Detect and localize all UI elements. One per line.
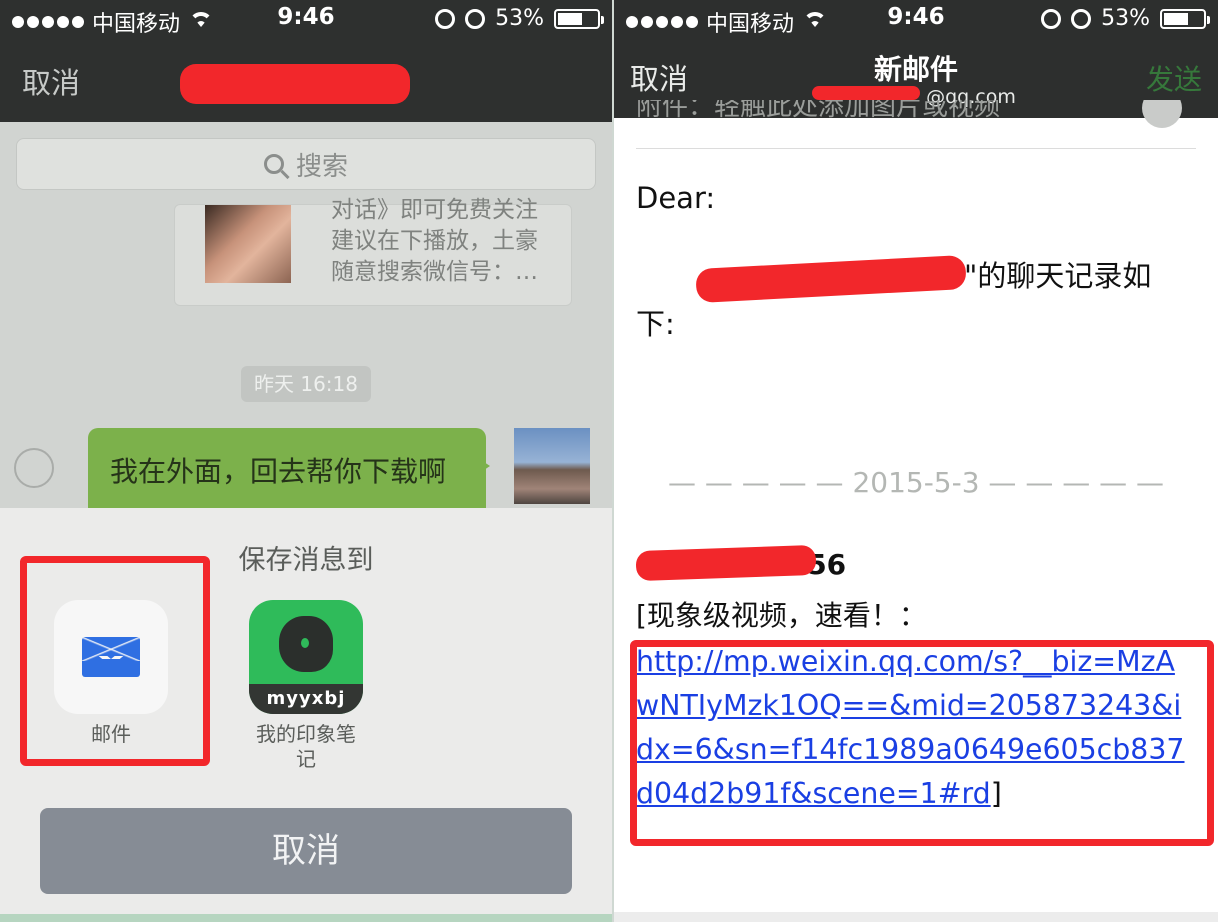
highlight-box	[20, 556, 210, 766]
redaction-mark	[812, 86, 920, 100]
share-evernote-label: 我的印象笔记	[256, 722, 356, 771]
bottom-edge	[0, 914, 612, 922]
date-separator: — — — — — 2015-5-3 — — — — —	[667, 466, 1165, 499]
compose-title: 新邮件	[873, 53, 958, 86]
send-button[interactable]: 发送	[1146, 58, 1202, 98]
status-bar: 中国移动 9:46 53%	[0, 0, 612, 40]
status-right: 53%	[1041, 6, 1210, 31]
message-bubble[interactable]: 我在外面，回去帮你下载啊	[88, 428, 490, 508]
avatar[interactable]	[514, 428, 590, 504]
battery-icon	[1160, 8, 1210, 29]
right-screen: 取消 新邮件 @qq.com 发送 中国移动 9:46 53% 附件：轻触此处添…	[614, 0, 1218, 922]
article-thumbnail	[205, 205, 291, 283]
alarm-icon	[465, 8, 486, 29]
battery-percent: 53%	[1101, 6, 1150, 31]
intro-line: "的聊天记录如	[964, 259, 1152, 293]
sheet-cancel-button[interactable]: 取消	[40, 808, 572, 894]
battery-icon	[554, 8, 604, 29]
evernote-icon: myyxbj	[249, 600, 363, 714]
greeting: Dear:	[636, 181, 716, 215]
redaction-mark	[695, 254, 967, 304]
share-evernote-option[interactable]: myyxbj 我的印象笔记	[246, 600, 366, 772]
article-snippet: 对话》即可免费关注 建议在下播放，土豪 随意搜索微信号：…	[331, 197, 538, 285]
select-radio[interactable]	[14, 448, 54, 488]
message-text: [现象级视频，速看！：	[636, 599, 927, 632]
search-icon	[263, 154, 284, 174]
share-sheet: 保存消息到 邮件 myyxbj 我的印象笔记 取消	[0, 508, 612, 922]
article-card[interactable]: 对话》即可免费关注 建议在下播放，土豪 随意搜索微信号：…	[174, 197, 572, 306]
intro-line-2: 下:	[636, 307, 675, 341]
battery-percent: 53%	[495, 6, 544, 31]
search-bar[interactable]: 搜索	[16, 138, 596, 190]
status-bar: 中国移动 9:46 53%	[614, 0, 1218, 40]
highlight-box	[630, 640, 1214, 846]
redaction-mark	[635, 544, 817, 582]
attachment-row[interactable]: 附件：轻触此处添加图片或视频	[636, 100, 1196, 149]
redaction-mark	[180, 64, 410, 104]
add-attachment-icon[interactable]	[1142, 100, 1182, 128]
left-screen: 取消 中国移动 9:46 53% 搜索 对话》即可免费关注 建议在下播放，土豪 …	[0, 0, 612, 922]
rotation-lock-icon	[435, 8, 456, 29]
timestamp-label: 昨天 16:18	[241, 366, 371, 402]
search-placeholder: 搜索	[295, 151, 348, 182]
status-right: 53%	[435, 6, 604, 31]
bottom-edge	[614, 912, 1218, 922]
nav-cancel-button[interactable]: 取消	[22, 60, 80, 102]
rotation-lock-icon	[1041, 8, 1062, 29]
evernote-badge: myyxbj	[249, 684, 363, 714]
attachment-hint: 附件：轻触此处添加图片或视频	[636, 100, 1001, 122]
chat-area: 搜索 对话》即可免费关注 建议在下播放，土豪 随意搜索微信号：… 昨天 16:1…	[0, 122, 612, 508]
alarm-icon	[1071, 8, 1092, 29]
